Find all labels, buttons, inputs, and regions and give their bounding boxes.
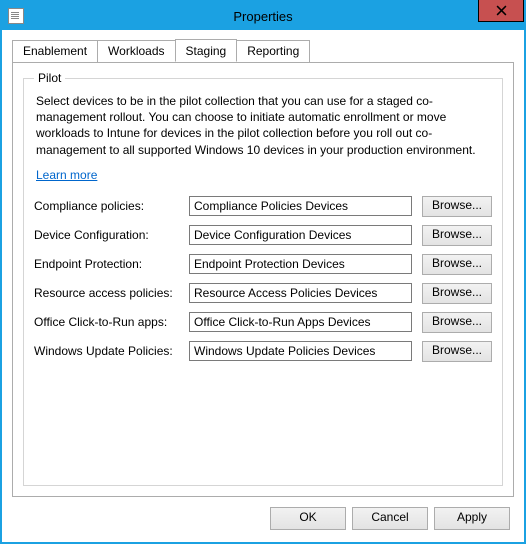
row-device-configuration: Device Configuration: Device Configurati… [34, 225, 492, 246]
tab-reporting[interactable]: Reporting [236, 40, 310, 63]
apply-button[interactable]: Apply [434, 507, 510, 530]
browse-compliance-policies[interactable]: Browse... [422, 196, 492, 217]
dialog-footer: OK Cancel Apply [12, 497, 514, 534]
browse-device-configuration[interactable]: Browse... [422, 225, 492, 246]
close-button[interactable] [478, 0, 524, 22]
field-device-configuration[interactable]: Device Configuration Devices [189, 225, 412, 245]
field-windows-update-policies[interactable]: Windows Update Policies Devices [189, 341, 412, 361]
label-office-click-to-run: Office Click-to-Run apps: [34, 315, 189, 329]
tab-panel-staging: Pilot Select devices to be in the pilot … [12, 62, 514, 497]
row-resource-access-policies: Resource access policies: Resource Acces… [34, 283, 492, 304]
browse-windows-update-policies[interactable]: Browse... [422, 341, 492, 362]
client-area: Enablement Workloads Staging Reporting P… [2, 30, 524, 542]
tab-workloads[interactable]: Workloads [97, 40, 175, 63]
tab-strip: Enablement Workloads Staging Reporting [12, 40, 514, 63]
tab-enablement[interactable]: Enablement [12, 40, 98, 63]
close-icon [496, 5, 507, 16]
pilot-rows: Compliance policies: Compliance Policies… [34, 196, 492, 362]
titlebar: Properties [2, 2, 524, 30]
row-compliance-policies: Compliance policies: Compliance Policies… [34, 196, 492, 217]
field-office-click-to-run[interactable]: Office Click-to-Run Apps Devices [189, 312, 412, 332]
window-title: Properties [2, 9, 524, 24]
browse-resource-access-policies[interactable]: Browse... [422, 283, 492, 304]
browse-endpoint-protection[interactable]: Browse... [422, 254, 492, 275]
label-resource-access-policies: Resource access policies: [34, 286, 189, 300]
pilot-legend: Pilot [34, 71, 65, 85]
ok-button[interactable]: OK [270, 507, 346, 530]
field-resource-access-policies[interactable]: Resource Access Policies Devices [189, 283, 412, 303]
field-compliance-policies[interactable]: Compliance Policies Devices [189, 196, 412, 216]
pilot-group: Pilot Select devices to be in the pilot … [23, 71, 503, 486]
pilot-description: Select devices to be in the pilot collec… [36, 93, 490, 158]
field-endpoint-protection[interactable]: Endpoint Protection Devices [189, 254, 412, 274]
browse-office-click-to-run[interactable]: Browse... [422, 312, 492, 333]
label-compliance-policies: Compliance policies: [34, 199, 189, 213]
learn-more-link[interactable]: Learn more [36, 168, 97, 182]
row-windows-update-policies: Windows Update Policies: Windows Update … [34, 341, 492, 362]
row-endpoint-protection: Endpoint Protection: Endpoint Protection… [34, 254, 492, 275]
cancel-button[interactable]: Cancel [352, 507, 428, 530]
tab-staging[interactable]: Staging [175, 39, 238, 62]
label-endpoint-protection: Endpoint Protection: [34, 257, 189, 271]
properties-window: Properties Enablement Workloads Staging … [0, 0, 526, 544]
label-device-configuration: Device Configuration: [34, 228, 189, 242]
row-office-click-to-run: Office Click-to-Run apps: Office Click-t… [34, 312, 492, 333]
label-windows-update-policies: Windows Update Policies: [34, 344, 189, 358]
